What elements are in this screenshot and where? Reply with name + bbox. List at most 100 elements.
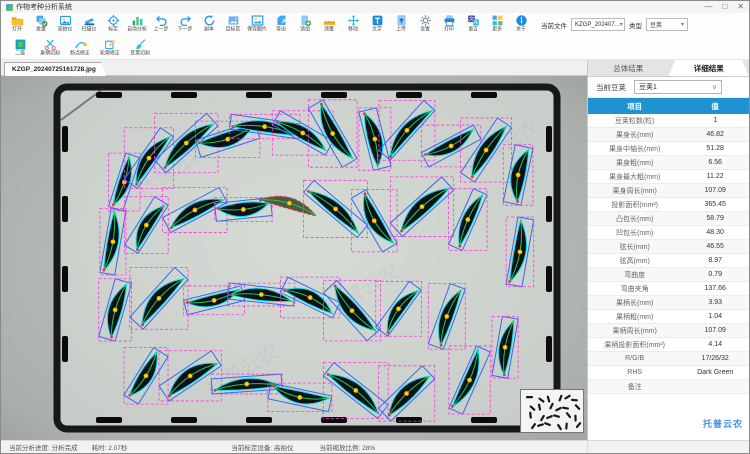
- table-row[interactable]: 果身粗(mm)6.56: [588, 156, 749, 170]
- toolbar-item-printer[interactable]: 打印: [437, 14, 461, 34]
- tab-overall-results[interactable]: 总体结果: [588, 60, 669, 76]
- toolbar-item-folder-open[interactable]: 打开: [5, 14, 29, 34]
- row-item-value: 107.09: [681, 327, 749, 334]
- table-row[interactable]: 凹包长(mm)48.30: [588, 226, 749, 240]
- close-button[interactable]: ✕: [737, 1, 744, 13]
- toolbar-item-label: 豆荚切割: [130, 51, 150, 57]
- toolbar-item-scanner[interactable]: 扫描仪: [77, 14, 101, 34]
- toolbar-item-language[interactable]: 文A语言: [461, 14, 485, 34]
- table-row[interactable]: 果柄粗(mm)1.04: [588, 310, 749, 324]
- document-tab[interactable]: KZGP_20240725161728.jpg: [4, 62, 107, 76]
- image-canvas[interactable]: 托普云农托普云农托普云农托普云农: [1, 76, 587, 440]
- row-item-label: 果身长(mm): [588, 130, 681, 140]
- measure-ruler-icon: [323, 14, 336, 27]
- text-t-icon: [371, 14, 384, 27]
- table-row[interactable]: 果柄长(mm)3.93: [588, 296, 749, 310]
- status-calibration: 当前标定设备: 高拍仪: [231, 442, 293, 452]
- row-item-value: 11.22: [681, 173, 749, 180]
- toolbar-item-append-plus[interactable]: 追加: [293, 14, 317, 34]
- toolbar-item-label: 扫描仪: [82, 27, 97, 33]
- toolbar-item-batch-layers[interactable]: 批量: [29, 14, 53, 34]
- table-row[interactable]: 备注: [588, 380, 749, 394]
- results-panel: 总体结果 详细结果 当前豆荚 豆荚1∨ 项目 值 豆荚粒数(粒)1果身长(mm)…: [587, 60, 749, 440]
- table-row[interactable]: 果身最大粗(mm)11.22: [588, 170, 749, 184]
- toolbar-item-export-arrow[interactable]: 导出: [269, 14, 293, 34]
- row-item-value: 137.66: [681, 285, 749, 292]
- toolbar-item-label: 断点修正: [70, 51, 90, 57]
- doc-camera-icon: [59, 14, 72, 27]
- chevron-down-icon: ∨: [712, 83, 717, 91]
- toolbar-item-settings-gear[interactable]: 设置: [413, 14, 437, 34]
- toolbar-item-undo-arrow[interactable]: 上一步: [149, 14, 173, 34]
- row-item-value: Dark Green: [681, 369, 749, 376]
- toolbar-item-measure-ruler[interactable]: 测量: [317, 14, 341, 34]
- table-row[interactable]: RHSDark Green: [588, 366, 749, 380]
- toolbar-item-binary-square[interactable]: 二值: [5, 38, 35, 58]
- row-item-label: 弯曲度: [588, 270, 681, 280]
- toolbar-item-label: 轮廓修正: [100, 51, 120, 57]
- table-row[interactable]: 弯曲度0.79: [588, 268, 749, 282]
- table-row[interactable]: 弯曲夹角137.66: [588, 282, 749, 296]
- type-select[interactable]: 豆荚▾: [646, 18, 688, 31]
- upload-doc-icon: [395, 14, 408, 27]
- toolbar-item-redo-arrow[interactable]: 下一步: [173, 14, 197, 34]
- toolbar-item-doc-camera[interactable]: 高拍仪: [53, 14, 77, 34]
- current-pod-label: 当前豆荚: [596, 82, 626, 93]
- toolbar-item-label: 导出: [276, 27, 286, 33]
- toolbar-item-more-grid[interactable]: 更多: [485, 14, 509, 34]
- table-row[interactable]: 果柄周长(mm)107.09: [588, 324, 749, 338]
- row-item-value: 0.79: [681, 271, 749, 278]
- toolbar-item-save-image[interactable]: 保存图片: [245, 14, 269, 34]
- toolbar-item-label: 关于: [516, 27, 526, 33]
- statusbar-divider: [587, 441, 588, 453]
- folder-open-icon: [11, 14, 24, 27]
- toolbar-item-duplicate-refresh[interactable]: 副本: [197, 14, 221, 34]
- toolbar-item-target-area-image[interactable]: 目标区: [221, 14, 245, 34]
- table-row[interactable]: 豆荚粒数(粒)1: [588, 114, 749, 128]
- thumbnail-inset[interactable]: [520, 389, 584, 433]
- toolbar-item-label: 测量: [324, 27, 334, 33]
- language-icon: 文A: [467, 14, 480, 27]
- toolbar-item-contour-pencil[interactable]: 轮廓修正: [95, 38, 125, 58]
- duplicate-refresh-icon: [203, 14, 216, 27]
- toolbar-item-label: 设置: [420, 27, 430, 33]
- toolbar-item-upload-doc[interactable]: 上传: [389, 14, 413, 34]
- current-pod-select[interactable]: 豆荚1∨: [634, 80, 722, 94]
- table-row[interactable]: 凸包长(mm)58.79: [588, 212, 749, 226]
- contour-pencil-icon: [104, 38, 117, 51]
- toolbar-item-label: 标定: [108, 27, 118, 33]
- row-item-label: 凹包长(mm): [588, 228, 681, 238]
- row-item-label: 果身周长(mm): [588, 186, 681, 196]
- maximize-button[interactable]: □: [722, 1, 727, 13]
- current-file-label: 当前文件: [541, 20, 567, 30]
- table-row[interactable]: 果身长(mm)46.82: [588, 128, 749, 142]
- status-bar: 当前分析进度: 分析完成 耗时: 2.07秒 当前标定设备: 高拍仪 当前缩放比…: [1, 440, 749, 453]
- table-row[interactable]: 果柄投影面积(mm²)4.14: [588, 338, 749, 352]
- undo-arrow-icon: [155, 14, 168, 27]
- current-file-select[interactable]: KZGP_202407...▾: [571, 18, 625, 31]
- tab-detailed-results[interactable]: 详细结果: [669, 60, 750, 76]
- target-area-image-icon: [227, 14, 240, 27]
- row-item-value: 107.09: [681, 187, 749, 194]
- save-image-icon: [251, 14, 264, 27]
- toolbar-item-auto-analyze-chart[interactable]: 自动分析: [125, 14, 149, 34]
- table-row[interactable]: 果身周长(mm)107.09: [588, 184, 749, 198]
- toolbar-item-text-t[interactable]: 文字: [365, 14, 389, 34]
- toolbar-item-breakpoint-curve[interactable]: 断点修正: [65, 38, 95, 58]
- toolbar-item-move-cross[interactable]: 移动: [341, 14, 365, 34]
- table-row[interactable]: 弦高(mm)8.97: [588, 254, 749, 268]
- toolbar-item-label: 副本: [204, 27, 214, 33]
- toolbar-item-calibrate-target[interactable]: 标定: [101, 14, 125, 34]
- row-item-value: 6.56: [681, 159, 749, 166]
- toolbar-item-stalk-scissors[interactable]: 果柄切割: [35, 38, 65, 58]
- table-row[interactable]: 弦长(mm)46.55: [588, 240, 749, 254]
- minimize-button[interactable]: —: [704, 1, 712, 13]
- calibrate-target-icon: [107, 14, 120, 27]
- window-title: 作物考种分析系统: [16, 2, 72, 12]
- table-row[interactable]: 投影面积(mm²)365.45: [588, 198, 749, 212]
- toolbar-item-pod-cut-brush[interactable]: 豆荚切割: [125, 38, 155, 58]
- table-row[interactable]: R/G/B17/26/32: [588, 352, 749, 366]
- analysis-photo[interactable]: 托普云农托普云农托普云农托普云农: [1, 76, 587, 440]
- toolbar-item-info-about[interactable]: 关于: [509, 14, 533, 34]
- table-row[interactable]: 果身中轴长(mm)51.28: [588, 142, 749, 156]
